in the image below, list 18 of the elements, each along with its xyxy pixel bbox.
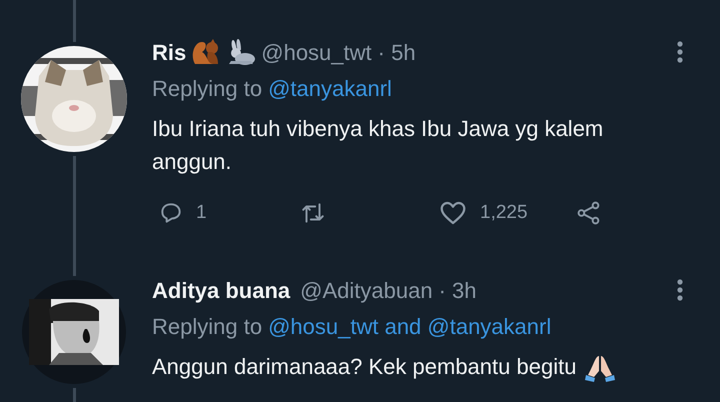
user-handle[interactable]: @hosu_twt: [261, 36, 372, 68]
share-icon[interactable]: [576, 200, 602, 226]
replying-label: Replying to: [152, 312, 262, 341]
more-options-icon[interactable]: [676, 40, 684, 64]
mention-link[interactable]: @hosu_twt and @tanyakanrl: [268, 310, 552, 342]
tweet-text: Ibu Iriana tuh vibenya khas Ibu Jawa yg kalem anggun.: [152, 115, 604, 176]
user-handle[interactable]: @Adityabuan: [300, 274, 433, 306]
folded-hands-icon: [584, 353, 616, 383]
user-name[interactable]: Ris: [152, 36, 186, 68]
tweet-text: Anggun darimanaaa? Kek pembantu begitu: [152, 353, 576, 381]
replying-label: Replying to: [152, 74, 262, 103]
tweet-time: · 3h: [438, 276, 476, 304]
mention-link[interactable]: @tanyakanrl: [268, 72, 392, 104]
user-name[interactable]: Aditya buana: [152, 274, 290, 306]
more-options-icon[interactable]: [676, 278, 684, 302]
reply-count: 1: [196, 200, 207, 225]
tweet-time: · 5h: [378, 38, 416, 66]
like-count: 1,225: [480, 200, 528, 225]
